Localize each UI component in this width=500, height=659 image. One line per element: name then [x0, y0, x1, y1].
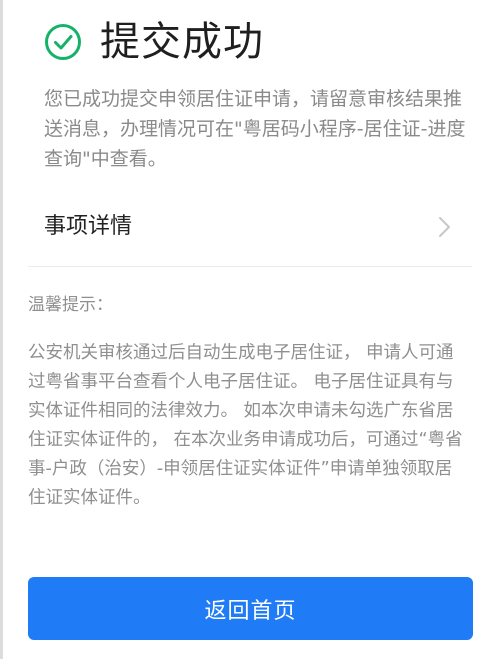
check-circle-icon — [45, 24, 81, 60]
tips-body: 公安机关审核通过后自动生成电子居住证， 申请人可通过粤省事平台查看个人电子居住证… — [28, 343, 463, 508]
return-home-button[interactable]: 返回首页 — [28, 577, 473, 640]
left-divider — [0, 0, 3, 659]
chevron-right-icon — [439, 217, 450, 237]
submission-message: 您已成功提交申领居住证申请，请留意审核结果推送消息，办理情况可在"粤居码小程序-… — [44, 88, 466, 170]
tips-title: 温馨提示： — [28, 295, 113, 315]
success-header: 提交成功 — [44, 16, 264, 68]
details-label: 事项详情 — [44, 214, 133, 239]
details-link[interactable]: 事项详情 — [28, 198, 472, 267]
page-title: 提交成功 — [100, 19, 264, 65]
success-page: 提交成功 您已成功提交申领居住证申请，请留意审核结果推送消息，办理情况可在"粤居… — [0, 0, 500, 659]
